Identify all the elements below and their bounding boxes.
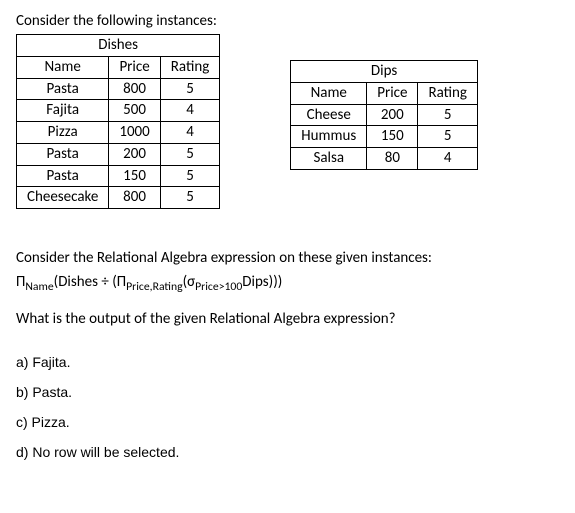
cell: 150: [367, 126, 418, 148]
sub-predicate: Price>100: [195, 280, 242, 294]
table-row: Salsa 80 4: [291, 148, 478, 170]
ra-expression: ΠName(Dishes ÷ (ΠPrice,Rating(σPrice>100…: [16, 273, 559, 294]
dishes-header-row: Name Price Rating: [17, 56, 220, 78]
expression-intro: Consider the Relational Algebra expressi…: [16, 249, 559, 267]
cell: 200: [109, 143, 160, 165]
table-row: Pasta 800 5: [17, 78, 220, 100]
dips-header-price: Price: [367, 82, 418, 104]
dishes-header-name: Name: [17, 56, 109, 78]
dips-header-row: Name Price Rating: [291, 82, 478, 104]
cell: 5: [160, 187, 220, 209]
sub-price-rating: Price,Rating: [126, 280, 182, 294]
dips-wrap: Dips Name Price Rating Cheese 200 5 Humm…: [290, 60, 478, 170]
table-row: Cheesecake 800 5: [17, 187, 220, 209]
cell: 5: [418, 126, 478, 148]
dips-title: Dips: [291, 61, 478, 83]
dips-header-rating: Rating: [418, 82, 478, 104]
cell: Salsa: [291, 148, 367, 170]
dishes-header-price: Price: [109, 56, 160, 78]
sub-name: Name: [25, 280, 53, 294]
pi-symbol: Π: [117, 273, 126, 291]
cell: 5: [160, 78, 220, 100]
dishes-title: Dishes: [17, 35, 220, 57]
dips-header-name: Name: [291, 82, 367, 104]
dishes-table: Dishes Name Price Rating Pasta 800 5 Faj…: [16, 34, 220, 209]
table-row: Hummus 150 5: [291, 126, 478, 148]
expr-text: (Dishes ÷ (: [54, 273, 117, 291]
cell: 1000: [109, 122, 160, 144]
option-c[interactable]: c) Pizza.: [16, 414, 559, 430]
option-d[interactable]: d) No row will be selected.: [16, 444, 559, 460]
cell: 500: [109, 100, 160, 122]
cell: 5: [160, 143, 220, 165]
table-row: Pasta 150 5: [17, 165, 220, 187]
expr-text: Dips))): [242, 273, 282, 291]
cell: Cheese: [291, 104, 367, 126]
cell: Pasta: [17, 165, 109, 187]
sigma-symbol: σ: [187, 273, 195, 291]
cell: 4: [160, 100, 220, 122]
question-text: What is the output of the given Relation…: [16, 310, 559, 328]
intro-text: Consider the following instances:: [16, 12, 559, 30]
cell: Pasta: [17, 78, 109, 100]
table-row: Cheese 200 5: [291, 104, 478, 126]
option-b[interactable]: b) Pasta.: [16, 384, 559, 400]
cell: 5: [418, 104, 478, 126]
dips-title-row: Dips: [291, 61, 478, 83]
cell: 4: [160, 122, 220, 144]
dishes-header-rating: Rating: [160, 56, 220, 78]
option-a[interactable]: a) Fajita.: [16, 354, 559, 370]
cell: Fajita: [17, 100, 109, 122]
pi-symbol: Π: [16, 273, 25, 291]
options-list: a) Fajita. b) Pasta. c) Pizza. d) No row…: [16, 354, 559, 460]
dishes-title-row: Dishes: [17, 35, 220, 57]
cell: Hummus: [291, 126, 367, 148]
tables-container: Dishes Name Price Rating Pasta 800 5 Faj…: [16, 34, 559, 209]
dips-table: Dips Name Price Rating Cheese 200 5 Humm…: [290, 60, 478, 170]
cell: 200: [367, 104, 418, 126]
cell: Pizza: [17, 122, 109, 144]
table-row: Pizza 1000 4: [17, 122, 220, 144]
cell: 800: [109, 187, 160, 209]
cell: Pasta: [17, 143, 109, 165]
cell: 4: [418, 148, 478, 170]
cell: Cheesecake: [17, 187, 109, 209]
cell: 150: [109, 165, 160, 187]
cell: 800: [109, 78, 160, 100]
table-row: Fajita 500 4: [17, 100, 220, 122]
cell: 80: [367, 148, 418, 170]
table-row: Pasta 200 5: [17, 143, 220, 165]
cell: 5: [160, 165, 220, 187]
